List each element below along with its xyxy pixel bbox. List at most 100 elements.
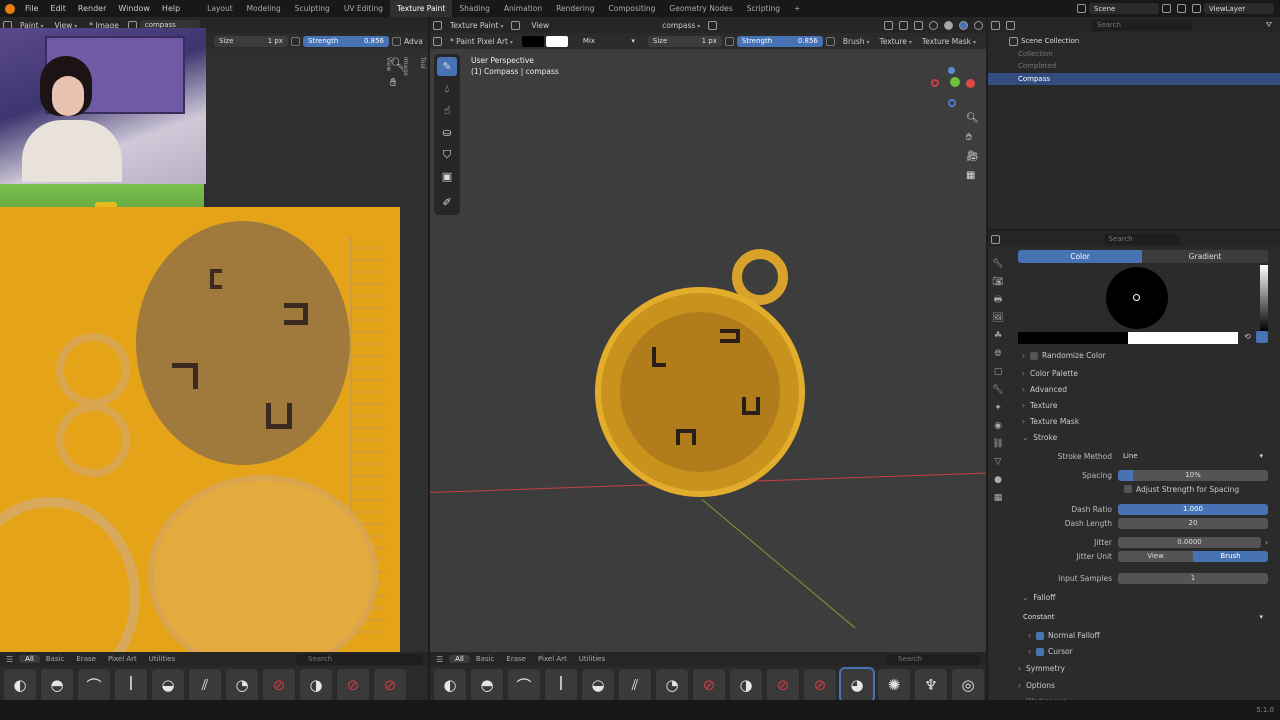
viewport-shelf-tab-pixel-art[interactable]: Pixel Art	[532, 655, 573, 663]
draw-tool-icon[interactable]: ✎	[437, 57, 457, 76]
tab-texture-paint[interactable]: Texture Paint	[389, 0, 453, 17]
jitter-pressure-icon[interactable]: ›	[1265, 538, 1268, 547]
menu-help[interactable]: Help	[156, 4, 186, 13]
vp-brush-erase-line-icon[interactable]: ⊘	[804, 669, 836, 701]
smear-tool-icon[interactable]: ☝︎	[437, 101, 457, 120]
vp-brush-streak-icon[interactable]: ⫽	[619, 669, 651, 701]
tab-uv-editing[interactable]: UV Editing	[337, 0, 390, 17]
shelf-tab-utilities[interactable]: Utilities	[143, 655, 181, 663]
shading-solid-icon[interactable]	[944, 20, 953, 30]
vp-brush-airbrush-icon[interactable]: ◒	[582, 669, 614, 701]
menu-file[interactable]: File	[19, 4, 44, 13]
blender-logo-icon[interactable]	[5, 3, 15, 14]
add-workspace-button[interactable]: +	[787, 0, 807, 17]
tab-animation[interactable]: Animation	[497, 0, 549, 17]
shelf-search-input[interactable]: Search	[296, 653, 422, 665]
overlay-icon[interactable]	[914, 20, 923, 30]
close-icon[interactable]	[1177, 4, 1186, 13]
mode-toggle-icon[interactable]	[511, 20, 521, 30]
cursor-checkbox[interactable]	[1036, 648, 1044, 656]
render-toggle-icon[interactable]	[708, 20, 718, 30]
viewport-view-menu[interactable]: View	[523, 21, 557, 30]
tab-geometry-nodes[interactable]: Geometry Nodes	[662, 0, 739, 17]
dash-length-field[interactable]: 20	[1118, 517, 1268, 529]
color-palette-section[interactable]: Color Palette	[1022, 369, 1078, 378]
tab-scripting[interactable]: Scripting	[740, 0, 787, 17]
blend-mode-dropdown[interactable]: Mix ▾	[577, 35, 640, 47]
material-tab-icon[interactable]: ●	[989, 471, 1007, 488]
secondary-color-swatch[interactable]	[545, 35, 568, 47]
texture-mask-menu[interactable]: Texture Mask	[917, 37, 981, 46]
jitter-unit-brush[interactable]: Brush	[1193, 550, 1268, 562]
shelf-menu-icon[interactable]: ☰	[0, 655, 19, 664]
outliner-type-icon[interactable]	[991, 20, 1000, 30]
brush-name-dropdown[interactable]: * Paint Pixel Art	[445, 37, 518, 46]
hand-icon[interactable]: ✋︎	[390, 76, 404, 90]
viewport-zoom-icon[interactable]: 🔍︎	[966, 113, 979, 124]
image-strength-field[interactable]: Strength 0.856	[303, 35, 389, 47]
tab-layout[interactable]: Layout	[200, 0, 240, 17]
spacing-slider[interactable]: 10%	[1118, 469, 1268, 481]
brush-hard-icon[interactable]: ⌒	[78, 669, 110, 701]
viewport-shelf-menu-icon[interactable]: ☰	[430, 655, 449, 664]
copy-icon[interactable]	[1162, 4, 1171, 13]
annotate-tool-icon[interactable]: ✐	[437, 193, 457, 212]
symmetry-section[interactable]: Symmetry	[1018, 664, 1065, 673]
vp-brush-clone-icon[interactable]: ✺	[878, 669, 910, 701]
brush-round-icon[interactable]: ◐	[4, 669, 36, 701]
particles-tab-icon[interactable]: ✦	[989, 399, 1007, 416]
brush-erase-pixel-icon[interactable]: ⊘	[337, 669, 369, 701]
randomize-color-section[interactable]: Randomize Color	[1022, 351, 1106, 360]
tab-rendering[interactable]: Rendering	[549, 0, 601, 17]
falloff-type-dropdown[interactable]: Constant ▾	[1018, 611, 1268, 623]
vp-brush-round-icon[interactable]: ◐	[434, 669, 466, 701]
outliner-item-collection[interactable]: Collection	[988, 48, 1280, 60]
side-tab-tool[interactable]: Tool	[419, 57, 426, 76]
stroke-section[interactable]: Stroke	[1022, 433, 1057, 442]
filter-icon[interactable]: ⛛	[1266, 20, 1272, 30]
cursor-section[interactable]: Cursor	[1028, 647, 1073, 656]
shading-material-icon[interactable]	[959, 20, 968, 30]
normal-falloff-checkbox[interactable]	[1036, 632, 1044, 640]
soften-tool-icon[interactable]: 💧︎	[437, 79, 457, 98]
vp-brush-erase-pixel-icon[interactable]: ⊘	[767, 669, 799, 701]
dash-ratio-field[interactable]: 1.000	[1118, 503, 1268, 515]
input-samples-field[interactable]: 1	[1118, 572, 1268, 584]
eyedropper-icon[interactable]	[1256, 331, 1268, 343]
properties-search-input[interactable]: Search	[1103, 233, 1180, 245]
viewport-pressure-icon-2[interactable]	[825, 36, 835, 46]
vp-brush-smear-icon[interactable]: ◔	[656, 669, 688, 701]
brush-erase-hard-icon[interactable]: ⊘	[263, 669, 295, 701]
viewlayer-selector[interactable]: ViewLayer	[1204, 3, 1274, 14]
texture-mask-section[interactable]: Texture Mask	[1022, 417, 1079, 426]
swap-colors-icon[interactable]: ⟲	[1244, 332, 1251, 341]
viewport-pressure-icon[interactable]	[724, 36, 734, 46]
advanced-section[interactable]: Advanced	[1022, 385, 1067, 394]
normal-falloff-section[interactable]: Normal Falloff	[1028, 631, 1100, 640]
outliner-item-compass[interactable]: Compass	[988, 73, 1280, 85]
vp-brush-draw-icon[interactable]: ꟾ	[545, 669, 577, 701]
randomize-color-checkbox[interactable]	[1030, 352, 1038, 360]
options-section[interactable]: Options	[1018, 681, 1055, 690]
vp-brush-fill-icon[interactable]: ♆	[915, 669, 947, 701]
viewport-shelf-search[interactable]: Search	[886, 653, 980, 665]
uv-texture-canvas[interactable]	[0, 207, 400, 697]
brush-tool-icon[interactable]	[433, 36, 442, 46]
shelf-tab-erase[interactable]: Erase	[70, 655, 102, 663]
adjust-strength-checkbox[interactable]	[1124, 485, 1132, 493]
side-tab-image[interactable]: Image	[402, 57, 409, 76]
shelf-tab-all[interactable]: All	[19, 655, 40, 663]
pressure-icon-2[interactable]	[392, 36, 401, 46]
clone-tool-icon[interactable]: ⛀	[437, 123, 457, 142]
outliner-display-icon[interactable]	[1006, 20, 1015, 30]
world-tab-icon[interactable]: 🌐︎	[989, 345, 1007, 362]
texture-tab-icon[interactable]: ▦	[989, 489, 1007, 506]
properties-type-icon[interactable]	[991, 234, 1000, 244]
scene-tab-icon[interactable]: ☘	[989, 327, 1007, 344]
gizmo-y-icon[interactable]	[950, 77, 960, 87]
jitter-unit-view[interactable]: View	[1118, 550, 1193, 562]
gizmo-neg-z-icon[interactable]	[948, 99, 956, 107]
modifier-tab-icon[interactable]: 🔧︎	[989, 381, 1007, 398]
brush-airbrush-icon[interactable]: ◒	[152, 669, 184, 701]
shelf-tab-pixel-art[interactable]: Pixel Art	[102, 655, 143, 663]
